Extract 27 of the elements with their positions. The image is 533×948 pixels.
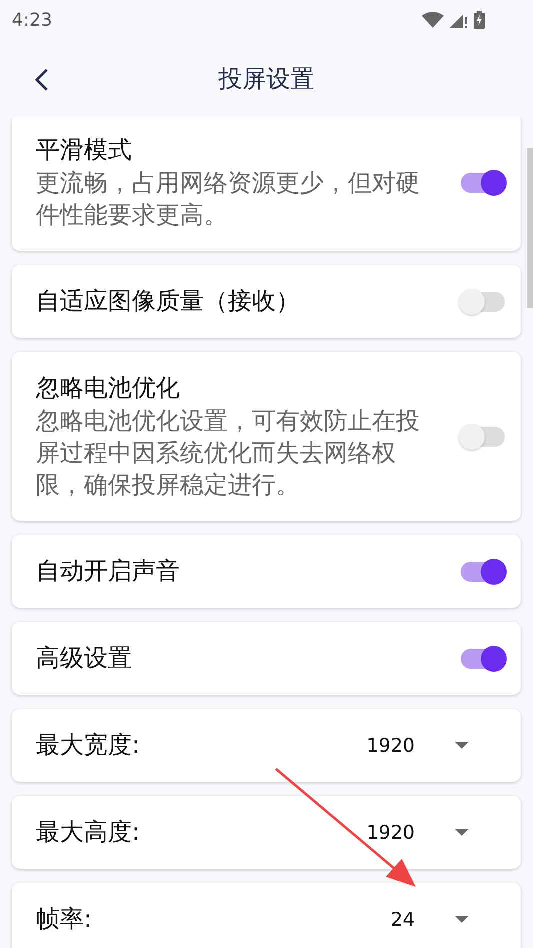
setting-title: 高级设置 <box>36 643 133 674</box>
setting-title: 最大宽度: <box>36 730 140 761</box>
toggle-switch[interactable] <box>461 172 505 192</box>
toggle-switch[interactable] <box>461 648 505 668</box>
dropdown-caret-icon[interactable] <box>455 916 469 924</box>
back-icon[interactable] <box>35 68 49 92</box>
setting-title: 忽略电池优化 <box>36 373 181 404</box>
setting-title: 自动开启声音 <box>36 556 181 587</box>
dropdown-caret-icon[interactable] <box>455 742 469 750</box>
toggle-switch[interactable] <box>461 292 505 312</box>
toggle-switch[interactable] <box>461 426 505 446</box>
battery-icon <box>474 11 485 29</box>
setting-description: 忽略电池优化设置，可有效防止在投屏过程中因系统优化而失去网络权限，确保投屏稳定进行。 <box>36 406 421 501</box>
setting-title: 自适应图像质量（接收） <box>36 286 301 317</box>
wifi-icon <box>422 12 444 28</box>
dropdown-value[interactable]: 1920 <box>366 822 415 844</box>
setting-title: 最大高度: <box>36 817 140 848</box>
setting-title: 平滑模式 <box>36 135 133 166</box>
scrollbar[interactable] <box>527 148 533 308</box>
setting-title: 帧率: <box>36 904 92 935</box>
toggle-switch[interactable] <box>461 562 505 582</box>
dropdown-value[interactable]: 1920 <box>366 734 415 756</box>
page-title: 投屏设置 <box>218 64 314 95</box>
status-time: 4:23 <box>12 10 52 30</box>
dropdown-value[interactable]: 24 <box>390 908 415 930</box>
dropdown-caret-icon[interactable] <box>455 828 469 836</box>
setting-description: 更流畅，占用网络资源更少，但对硬件性能要求更高。 <box>36 168 421 231</box>
